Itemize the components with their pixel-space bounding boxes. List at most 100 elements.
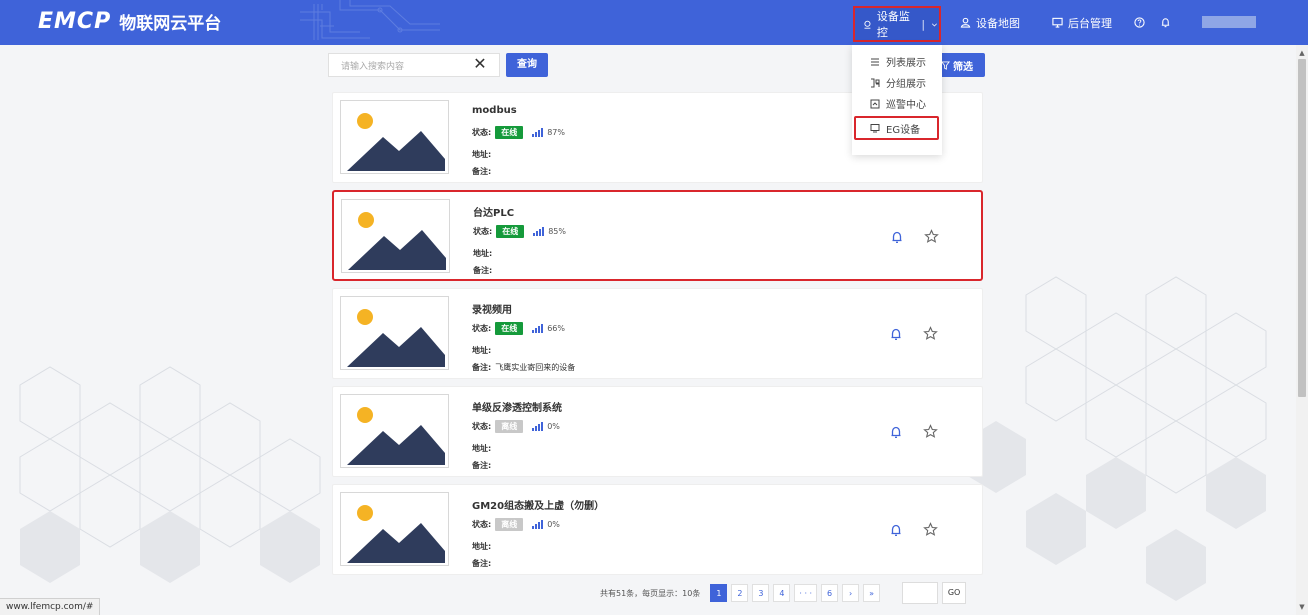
favorite-star-icon[interactable] bbox=[923, 522, 938, 537]
page-button[interactable]: 6 bbox=[821, 584, 839, 602]
signal-icon bbox=[532, 128, 544, 137]
image-placeholder-icon bbox=[347, 407, 445, 465]
brand-logo: EMCP bbox=[38, 9, 112, 34]
menu-item-alarm-center[interactable]: 巡警中心 bbox=[852, 93, 942, 114]
alarm-bell-icon[interactable] bbox=[889, 523, 903, 537]
device-status-row: 状态: 在线 85% bbox=[473, 225, 566, 238]
nav-admin[interactable]: 后台管理 bbox=[1052, 0, 1112, 45]
image-placeholder-icon bbox=[347, 505, 445, 563]
scroll-up-arrow-icon[interactable]: ▲ bbox=[1298, 49, 1306, 57]
signal-strength: 66% bbox=[547, 324, 565, 333]
device-card[interactable]: 单级反渗透控制系统 状态: 离线 0% 地址: 备注: bbox=[332, 386, 983, 477]
signal-strength: 85% bbox=[548, 227, 566, 236]
status-label: 状态: bbox=[473, 227, 493, 236]
device-note-row: 备注: bbox=[472, 460, 495, 471]
page-button[interactable]: 4 bbox=[773, 584, 791, 602]
nav-device-map-label: 设备地图 bbox=[976, 16, 1020, 30]
pagination: 共有51条，每页显示：10条 1 2 3 4 · · · 6 ›» GO bbox=[600, 582, 967, 604]
device-name[interactable]: GM20组态搬及上虚（勿删） bbox=[472, 497, 604, 512]
page-button[interactable]: 3 bbox=[752, 584, 770, 602]
nav-admin-label: 后台管理 bbox=[1068, 16, 1112, 30]
favorite-star-icon[interactable] bbox=[923, 424, 938, 439]
page-button[interactable]: 1 bbox=[710, 584, 728, 602]
status-label: 状态: bbox=[472, 520, 492, 529]
page-button[interactable]: · · · bbox=[794, 584, 818, 602]
group-icon bbox=[871, 78, 880, 87]
nav-device-monitor-label: 设备监控 bbox=[876, 10, 910, 39]
nav-device-map[interactable]: 设备地图 bbox=[960, 0, 1020, 45]
menu-item-label: 列表展示 bbox=[886, 58, 926, 69]
device-note-row: 备注: bbox=[473, 265, 496, 276]
header-circuit-decoration bbox=[300, 0, 440, 40]
status-badge: 离线 bbox=[495, 420, 524, 433]
image-placeholder-icon bbox=[347, 113, 445, 171]
scrollbar-thumb[interactable] bbox=[1298, 59, 1306, 397]
alarm-center-icon bbox=[870, 99, 880, 108]
menu-item-group-view[interactable]: 分组展示 bbox=[852, 72, 942, 93]
device-name[interactable]: 台达PLC bbox=[473, 204, 514, 219]
menu-item-list-view[interactable]: 列表展示 bbox=[852, 51, 942, 72]
notification-button[interactable] bbox=[1160, 0, 1171, 45]
signal-icon bbox=[532, 324, 544, 333]
device-image-placeholder bbox=[340, 296, 449, 370]
favorite-star-icon[interactable] bbox=[923, 326, 938, 341]
page-button[interactable]: › bbox=[842, 584, 860, 602]
device-name[interactable]: 录视频用 bbox=[472, 301, 512, 316]
favorite-star-icon[interactable] bbox=[924, 229, 939, 244]
menu-item-eg-device[interactable]: EG设备 bbox=[854, 116, 939, 140]
signal-strength: 87% bbox=[547, 128, 565, 137]
device-card[interactable]: GM20组态搬及上虚（勿删） 状态: 离线 0% 地址: 备注: bbox=[332, 484, 983, 575]
device-status-row: 状态: 在线 87% bbox=[472, 126, 565, 139]
device-image-placeholder bbox=[341, 199, 450, 273]
device-note-row: 备注: 飞鹰实业寄回来的设备 bbox=[472, 362, 575, 373]
signal-strength: 0% bbox=[547, 422, 560, 431]
platform-title: 物联网云平台 bbox=[119, 14, 222, 34]
top-header: EMCP 物联网云平台 设备监控 | 设备地图 后台管理 bbox=[0, 0, 1308, 45]
signal-icon bbox=[532, 422, 544, 431]
user-icon bbox=[960, 17, 971, 28]
page-button[interactable]: 2 bbox=[731, 584, 749, 602]
status-bar-url: www.lfemcp.com/# bbox=[0, 598, 101, 615]
alarm-bell-icon[interactable] bbox=[890, 230, 904, 244]
menu-item-label: 分组展示 bbox=[886, 79, 926, 90]
scrollbar[interactable]: ▲ ▼ bbox=[1296, 45, 1308, 615]
note-value: 飞鹰实业寄回来的设备 bbox=[495, 363, 576, 372]
status-label: 状态: bbox=[472, 324, 492, 333]
signal-strength: 0% bbox=[547, 520, 560, 529]
device-image-placeholder bbox=[340, 100, 449, 174]
page-go-button[interactable]: GO bbox=[942, 582, 967, 604]
image-placeholder-icon bbox=[348, 212, 446, 270]
help-button[interactable] bbox=[1134, 0, 1145, 45]
status-label: 状态: bbox=[472, 422, 492, 431]
chevron-down-icon bbox=[932, 22, 938, 27]
address-label: 地址: bbox=[472, 542, 492, 551]
user-account[interactable] bbox=[1202, 16, 1256, 28]
device-card[interactable]: 录视频用 状态: 在线 66% 地址: 备注: 飞鹰实业寄回来的设备 bbox=[332, 288, 983, 379]
note-label: 备注: bbox=[472, 559, 492, 568]
page-button[interactable]: » bbox=[863, 584, 881, 602]
nav-device-monitor[interactable]: 设备监控 | bbox=[853, 6, 941, 42]
device-status-row: 状态: 离线 0% bbox=[472, 518, 560, 531]
page-jump-input[interactable] bbox=[902, 582, 939, 604]
device-image-placeholder bbox=[340, 394, 449, 468]
note-label: 备注: bbox=[472, 363, 492, 372]
location-pin-icon bbox=[864, 20, 871, 29]
device-name[interactable]: 单级反渗透控制系统 bbox=[472, 399, 562, 414]
device-address-row: 地址: bbox=[473, 248, 496, 259]
device-card[interactable]: 台达PLC 状态: 在线 85% 地址: 备注: bbox=[332, 190, 983, 281]
scroll-down-arrow-icon[interactable]: ▼ bbox=[1298, 603, 1306, 611]
device-note-row: 备注: bbox=[472, 558, 495, 569]
device-name[interactable]: modbus bbox=[472, 105, 517, 116]
query-button[interactable]: 查询 bbox=[506, 53, 548, 77]
search-placeholder: 请输入搜索内容 bbox=[341, 61, 405, 72]
device-note-row: 备注: bbox=[472, 166, 495, 177]
background-pattern-right bbox=[966, 45, 1296, 615]
filter-button-label: 筛选 bbox=[953, 61, 973, 73]
alarm-bell-icon[interactable] bbox=[889, 425, 903, 439]
clear-icon[interactable]: ✕ bbox=[470, 55, 490, 75]
filter-icon bbox=[941, 60, 950, 70]
device-address-row: 地址: bbox=[472, 345, 495, 356]
nav-separator: | bbox=[921, 17, 926, 31]
device-image-placeholder bbox=[340, 492, 449, 566]
alarm-bell-icon[interactable] bbox=[889, 327, 903, 341]
